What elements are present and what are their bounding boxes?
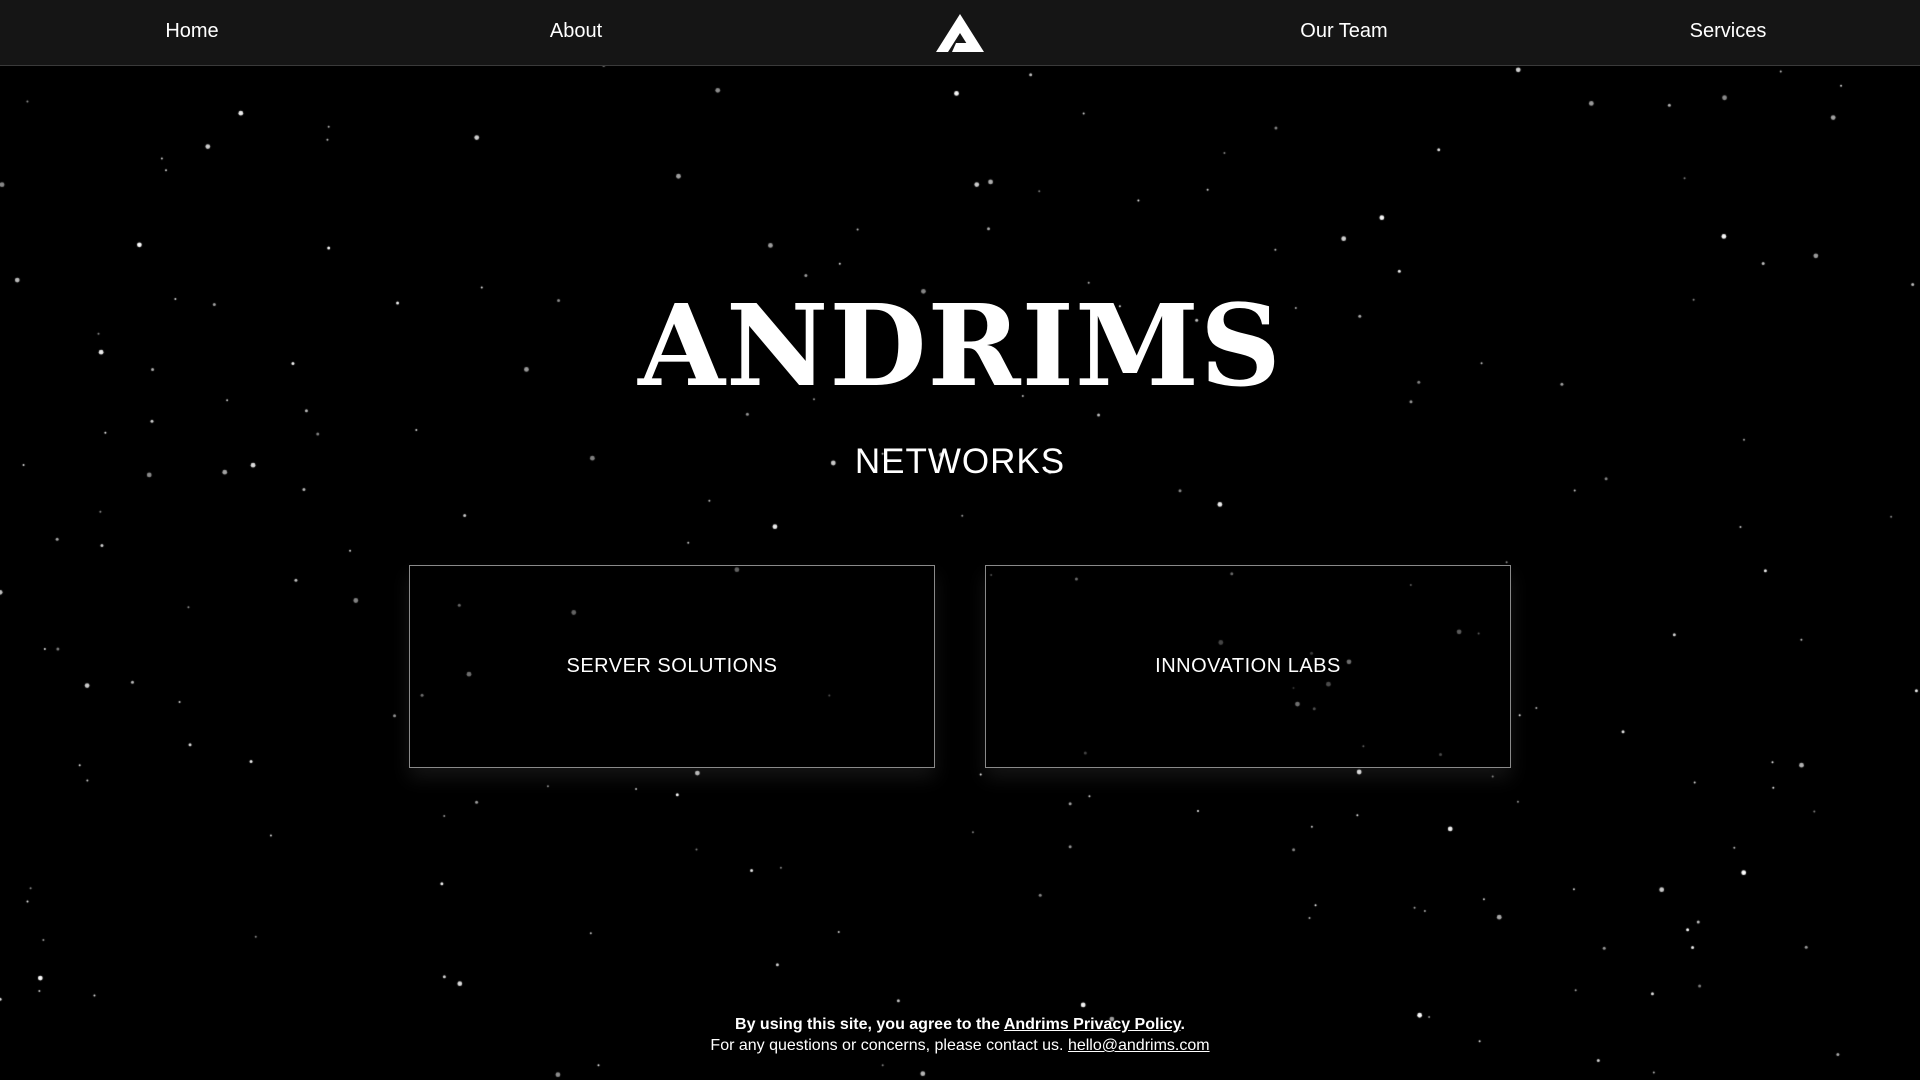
hero-subtitle: NETWORKS — [854, 442, 1066, 481]
nav-our-team-link[interactable]: Our Team — [1300, 0, 1387, 65]
contact-email-link[interactable]: hello@andrims.com — [1068, 1037, 1210, 1054]
privacy-notice-text: By using this site, you agree to the — [735, 1016, 1004, 1033]
server-solutions-card[interactable]: SERVER SOLUTIONS — [409, 565, 935, 768]
nav-home-link[interactable]: Home — [165, 0, 218, 65]
privacy-policy-link[interactable]: Andrims Privacy Policy — [1004, 1016, 1181, 1033]
privacy-notice-end: . — [1180, 1016, 1185, 1033]
innovation-labs-label: INNOVATION LABS — [1155, 655, 1341, 677]
server-solutions-label: SERVER SOLUTIONS — [566, 655, 778, 677]
nav-about-link[interactable]: About — [550, 0, 602, 65]
privacy-notice: By using this site, you agree to the And… — [0, 1014, 1920, 1035]
starfield-background — [0, 0, 1920, 1080]
contact-notice: For any questions or concerns, please co… — [0, 1035, 1920, 1056]
footer: By using this site, you agree to the And… — [0, 1014, 1920, 1056]
contact-text: For any questions or concerns, please co… — [710, 1037, 1068, 1054]
top-navigation: Home About Our Team Services — [0, 0, 1920, 66]
hero-title: ANDRIMS — [638, 281, 1282, 412]
innovation-labs-card[interactable]: INNOVATION LABS — [985, 565, 1511, 768]
andrims-logo-icon[interactable] — [935, 13, 985, 53]
nav-services-link[interactable]: Services — [1690, 0, 1767, 65]
